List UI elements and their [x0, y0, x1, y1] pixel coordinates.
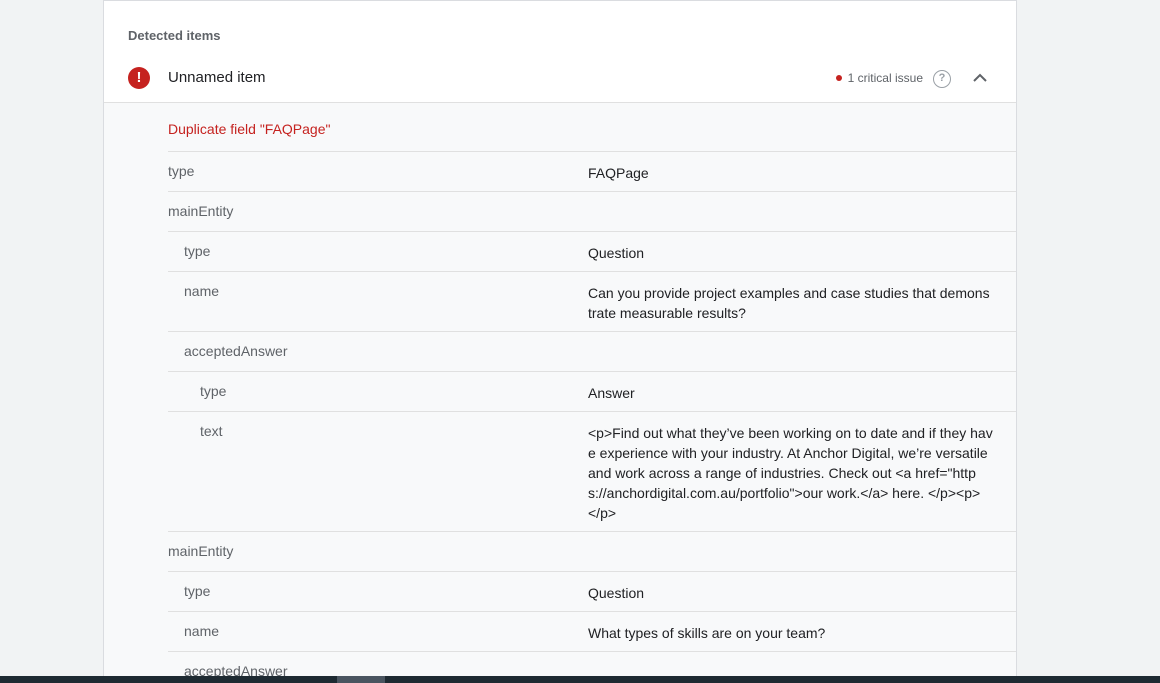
critical-issue-badge: 1 critical issue [835, 71, 923, 85]
section-label: Detected items [128, 28, 221, 43]
property-key: mainEntity [168, 543, 234, 559]
property-value: Question [588, 245, 645, 261]
property-row: mainEntity [168, 531, 1016, 571]
error-icon: ! [128, 67, 150, 89]
property-row: type Question [168, 231, 1016, 271]
taskbar [0, 676, 1160, 683]
issue-text: 1 critical issue [847, 71, 923, 85]
property-value: Question [588, 585, 645, 601]
property-key: type [184, 583, 211, 599]
property-row: type FAQPage [168, 151, 1016, 191]
property-key: mainEntity [168, 203, 234, 219]
property-key: acceptedAnswer [184, 343, 288, 359]
item-details: Duplicate field "FAQPage" type FAQPage m… [104, 103, 1016, 676]
property-row: name Can you provide project examples an… [168, 271, 1016, 331]
property-row: mainEntity [168, 191, 1016, 231]
property-row: name What types of skills are on your te… [168, 611, 1016, 651]
property-value: Can you provide project examples and cas… [588, 285, 990, 321]
detected-items-card: Detected items ! Unnamed item 1 critical… [103, 0, 1017, 676]
duplicate-field-error: Duplicate field "FAQPage" [168, 121, 331, 137]
help-icon[interactable]: ? [933, 70, 951, 88]
property-value: Answer [588, 385, 635, 401]
property-row: text <p>Find out what they’ve been worki… [168, 411, 1016, 531]
property-key: name [184, 283, 220, 299]
property-row: type Question [168, 571, 1016, 611]
property-key: text [200, 423, 223, 439]
property-key: type [184, 243, 211, 259]
property-key: acceptedAnswer [184, 663, 288, 676]
property-row: acceptedAnswer [168, 331, 1016, 371]
property-key: name [184, 623, 220, 639]
item-title: Unnamed item [168, 69, 266, 86]
property-value: <p>Find out what they’ve been working on… [588, 425, 993, 521]
property-key: type [168, 163, 195, 179]
item-header[interactable]: ! Unnamed item 1 critical issue ? [104, 55, 1016, 103]
property-row: type Answer [168, 371, 1016, 411]
property-row: acceptedAnswer [168, 651, 1016, 676]
property-key: type [200, 383, 227, 399]
issue-dot-icon [835, 75, 842, 81]
property-value: FAQPage [588, 165, 649, 181]
chevron-up-icon[interactable] [972, 70, 988, 86]
taskbar-item[interactable] [337, 676, 385, 683]
property-value: What types of skills are on your team? [588, 625, 826, 641]
